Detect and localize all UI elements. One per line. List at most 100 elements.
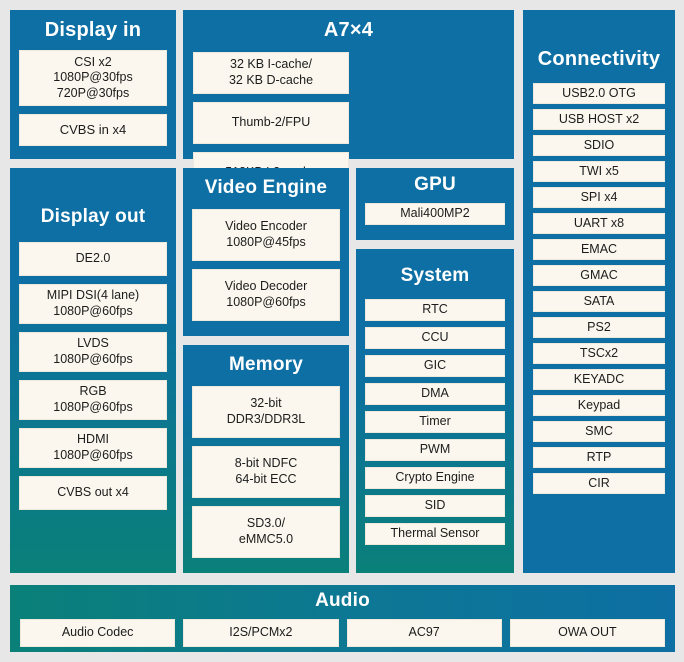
cell-line: CCU (421, 330, 449, 345)
cell-line: SDIO (583, 137, 615, 152)
cell-line: OWA OUT (558, 625, 617, 640)
video-engine-item-1: Video Decoder 1080P@60fps (192, 269, 340, 321)
cell-line: TSCx2 (579, 345, 619, 360)
block-title-display-out: Display out (40, 206, 146, 227)
cell-line: CIR (588, 475, 610, 490)
cell-line: RTC (422, 302, 448, 317)
cell-line: DMA (421, 386, 449, 401)
cell-line: Keypad (577, 397, 621, 412)
cell-group-display-out: DE2.0 MIPI DSI(4 lane) 1080P@60fps LVDS 1080… (10, 242, 176, 510)
display-out-item-0: DE2.0 (19, 242, 167, 276)
cell-line: 8-bit NDFC (234, 456, 298, 471)
cell-group-audio: Audio Codec I2S/PCMx2 AC97 OWA OUT (10, 619, 675, 647)
cell-line: HDMI (77, 432, 109, 447)
block-a7-cpu: A7×4 32 KB I-cache/32 KB D-cache Thumb-2… (183, 10, 514, 244)
cell-line: AC97 (408, 625, 440, 640)
cell-group-display-in: CSI x2 1080P@30fps 720P@30fps CVBS in x4 (10, 42, 176, 155)
system-item-1: CCU (365, 327, 505, 349)
cell-line: CVBS out x4 (57, 485, 129, 500)
cell-line: SD3.0/ (246, 516, 286, 531)
block-memory: Memory 32-bit DDR3/DDR3L 8-bit NDFC 64-bit … (183, 345, 349, 573)
system-item-2: GIC (365, 355, 505, 377)
connectivity-item-4: SPI x4 (533, 187, 665, 208)
cell-line: 1080P@60fps (53, 352, 133, 366)
cell-line: Thermal Sensor (390, 526, 480, 541)
system-item-7: SID (365, 495, 505, 517)
connectivity-item-13: SMC (533, 421, 665, 442)
cell-line: Crypto Engine (395, 470, 475, 485)
cell-line: 1080P@30fps (53, 70, 133, 85)
cell-line: USB2.0 OTG (562, 85, 636, 100)
block-title-a7: A7×4 (323, 19, 374, 41)
system-item-6: Crypto Engine (365, 467, 505, 489)
cell-line: UART x8 (573, 215, 625, 230)
display-out-item-3: RGB 1080P@60fps (19, 380, 167, 420)
cell-line: CVBS in x4 (59, 121, 127, 137)
cell-line: MIPI DSI(4 lane) (46, 288, 140, 303)
connectivity-item-7: GMAC (533, 265, 665, 286)
audio-item-3: OWA OUT (509, 619, 665, 647)
cell-group-system: RTC CCU GIC DMA Timer PWM Crypto Engine SID Ther… (356, 299, 514, 545)
cell-line: I2S/PCMx2 (229, 625, 293, 640)
cell-line: TWI x5 (579, 163, 619, 178)
cell-line: DDR3/DDR3L (226, 412, 306, 426)
cell-line: RTP (586, 449, 612, 464)
block-connectivity: Connectivity USB2.0 OTG USB HOST x2 SDIO TW… (523, 10, 675, 573)
system-item-3: DMA (365, 383, 505, 405)
block-video-engine: Video Engine Video Encoder 1080P@45fps Vid… (183, 168, 349, 336)
system-item-5: PWM (365, 439, 505, 461)
soc-block-diagram: Display in CSI x2 1080P@30fps 720P@30fps C… (0, 0, 684, 662)
audio-item-2: AC97 (346, 619, 502, 647)
system-item-8: Thermal Sensor (365, 523, 505, 545)
display-out-item-2: LVDS 1080P@60fps (19, 332, 167, 372)
cell-line: 1080P@60fps (226, 295, 306, 309)
cell-line: 720P@30fps (56, 85, 130, 100)
cell-thumb2-fpu: Thumb-2/FPU (193, 102, 349, 144)
block-title-audio: Audio (315, 590, 370, 611)
connectivity-item-0: USB2.0 OTG (533, 83, 665, 104)
cell-line: SPI x4 (580, 189, 618, 204)
cell-csi: CSI x2 1080P@30fps 720P@30fps (19, 50, 167, 106)
block-title-memory: Memory (228, 354, 304, 375)
cell-line: GIC (423, 358, 447, 373)
cell-line: RGB (79, 384, 107, 399)
cell-group-gpu: Mali400MP2 (356, 203, 514, 225)
audio-item-1: I2S/PCMx2 (183, 619, 339, 647)
connectivity-item-15: CIR (533, 473, 665, 494)
cell-line: eMMC5.0 (238, 532, 294, 546)
block-title-gpu: GPU (414, 174, 456, 195)
block-title-display-in: Display in (44, 19, 142, 41)
cell-line: SATA (583, 293, 615, 308)
cell-line: 32 KB I-cache/ (230, 57, 312, 72)
audio-item-0: Audio Codec (20, 619, 176, 647)
connectivity-item-8: SATA (533, 291, 665, 312)
cell-line: KEYADC (573, 371, 625, 386)
block-title-connectivity: Connectivity (537, 48, 661, 70)
block-system: System RTC CCU GIC DMA Timer PWM Crypto Engine… (356, 249, 514, 573)
cell-cvbs-in: CVBS in x4 (19, 114, 167, 146)
cell-line: PWM (419, 442, 451, 457)
cell-line: 32-bit (250, 396, 282, 411)
cell-group-video-engine: Video Encoder 1080P@45fps Video Decoder 108… (183, 209, 349, 321)
connectivity-item-12: Keypad (533, 395, 665, 416)
cell-line: Mali400MP2 (400, 206, 470, 221)
cell-line: Thumb-2/FPU (231, 115, 311, 130)
cell-line: Audio Codec (61, 625, 134, 640)
connectivity-item-11: KEYADC (533, 369, 665, 390)
cell-line: 1080P@60fps (53, 400, 133, 414)
cell-line: 1080P@45fps (226, 235, 306, 249)
block-gpu: GPU Mali400MP2 (356, 168, 514, 240)
system-item-0: RTC (365, 299, 505, 321)
cell-line: PS2 (587, 319, 611, 334)
connectivity-item-1: USB HOST x2 (533, 109, 665, 130)
cell-line: SID (424, 498, 446, 513)
cell-line: Video Encoder (225, 219, 307, 234)
block-display-out: Display out DE2.0 MIPI DSI(4 lane) 1080P@6… (10, 168, 176, 573)
cell-line: DE2.0 (75, 251, 111, 266)
cell-line: USB HOST x2 (558, 111, 640, 126)
cell-group-connectivity: USB2.0 OTG USB HOST x2 SDIO TWI x5 SPI x4 UAR… (523, 83, 675, 494)
cell-line: 1080P@60fps (53, 304, 133, 318)
connectivity-item-5: UART x8 (533, 213, 665, 234)
block-title-video-engine: Video Engine (204, 177, 328, 198)
cell-line: GMAC (580, 267, 618, 282)
